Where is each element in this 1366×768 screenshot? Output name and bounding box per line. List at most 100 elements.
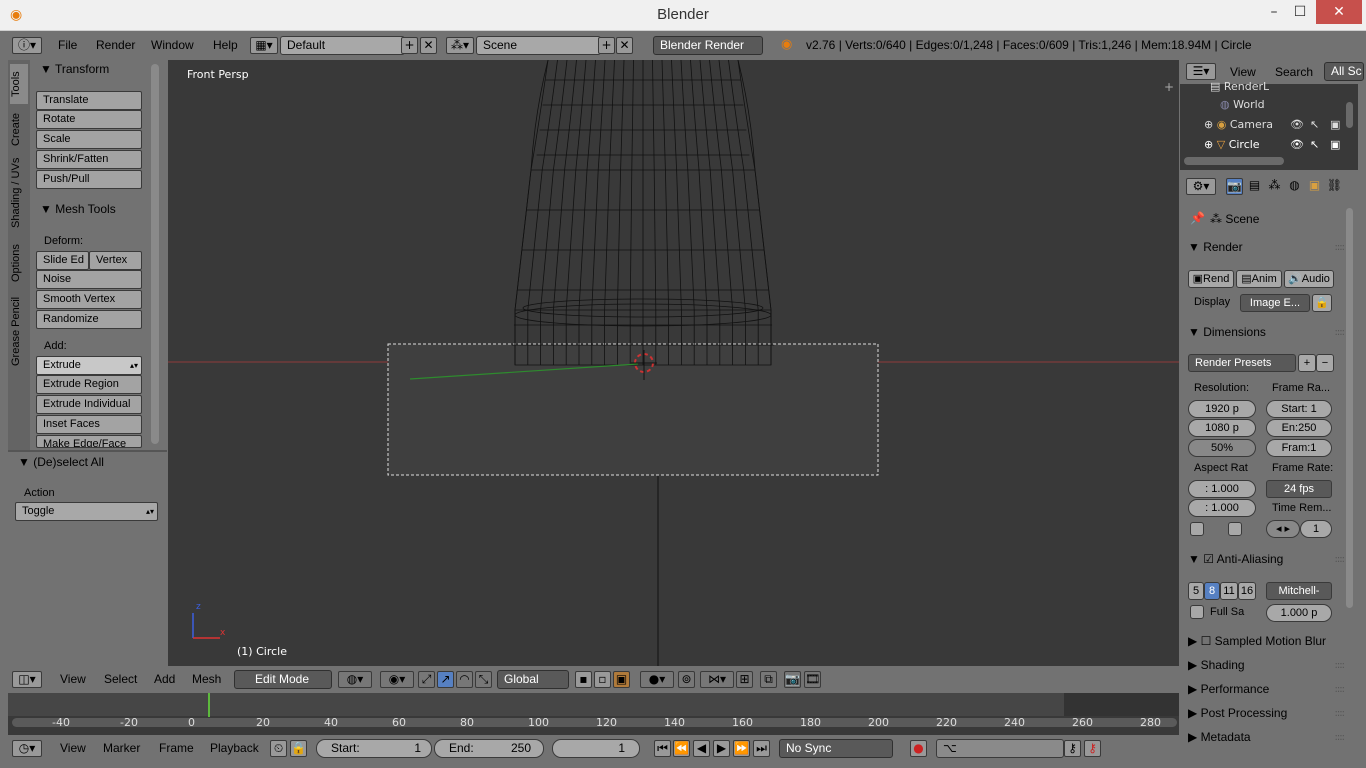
sync-dropdown[interactable]: No Sync xyxy=(779,739,893,758)
deselect-all-panel-header[interactable]: ▼ (De)select All xyxy=(18,455,104,469)
aa-samples-8[interactable]: 8 xyxy=(1204,582,1220,600)
mesh-tools-panel-header[interactable]: ▼ Mesh Tools xyxy=(40,202,116,216)
resolution-y-field[interactable]: 1080 p xyxy=(1188,419,1256,437)
tool-shelf-scrollbar[interactable] xyxy=(151,64,159,444)
keying-set-field[interactable]: ⌥ xyxy=(936,739,1064,758)
push-pull-button[interactable]: Push/Pull xyxy=(36,170,142,189)
drag-handle-icon[interactable]: :::: xyxy=(1335,327,1346,338)
marker-menu[interactable]: Marker xyxy=(103,741,140,755)
add-layout-icon[interactable]: + xyxy=(401,37,418,54)
menu-file[interactable]: File xyxy=(58,38,77,52)
display-dropdown[interactable]: Image E... xyxy=(1240,294,1310,312)
add-region-icon[interactable]: + xyxy=(1164,80,1174,94)
frame-rate-dropdown[interactable]: 24 fps xyxy=(1266,480,1332,498)
layout-field[interactable]: Default xyxy=(280,36,405,55)
vertex-select-icon[interactable]: ▪ xyxy=(575,671,592,688)
crop-checkbox[interactable] xyxy=(1228,522,1242,536)
full-sample-checkbox[interactable] xyxy=(1190,605,1204,619)
extrude-individual-button[interactable]: Extrude Individual xyxy=(36,395,142,414)
post-processing-panel-header[interactable]: ▶ Post Processing xyxy=(1188,706,1287,720)
select-cursor-icon[interactable]: ↖ xyxy=(1310,118,1319,131)
record-icon[interactable]: ● xyxy=(910,740,927,757)
snap-target-icon[interactable]: ⊞ xyxy=(736,671,753,688)
metadata-panel-header[interactable]: ▶ Metadata xyxy=(1188,730,1251,744)
layout-icon[interactable]: ▦▾ xyxy=(250,37,278,54)
outliner-editor-type-icon[interactable]: ☰▾ xyxy=(1186,63,1216,80)
scene-context-icon[interactable]: ⁂ xyxy=(1266,178,1283,195)
scene-field[interactable]: Scene xyxy=(476,36,601,55)
start-frame-field[interactable]: Start: 1 xyxy=(316,739,432,758)
snap-icon[interactable]: ⋈▾ xyxy=(700,671,734,688)
mode-dropdown[interactable]: Edit Mode xyxy=(234,670,332,689)
drag-handle-icon[interactable]: :::: xyxy=(1335,660,1346,671)
outliner-item-camera[interactable]: ⊕ ◉ Camera 👁 ↖ ▣ xyxy=(1204,118,1354,131)
time-remap-new-field[interactable]: 1 xyxy=(1300,520,1332,538)
remove-preset-icon[interactable]: − xyxy=(1316,354,1334,372)
mesh-menu[interactable]: Mesh xyxy=(192,672,221,686)
shading-panel-header[interactable]: ▶ Shading xyxy=(1188,658,1245,672)
render-context-icon[interactable]: 📷 xyxy=(1226,178,1243,195)
render-engine-dropdown[interactable]: Blender Render xyxy=(653,36,763,55)
drag-handle-icon[interactable]: :::: xyxy=(1335,684,1346,695)
current-frame-field[interactable]: 1 xyxy=(552,739,640,758)
anti-aliasing-panel-header[interactable]: ▼ ☑ Anti-Aliasing xyxy=(1188,552,1283,566)
lock-icon[interactable]: 🔒 xyxy=(290,740,307,757)
outliner-item-circle[interactable]: ⊕ ▽ Circle 👁 ↖ ▣ xyxy=(1204,138,1354,151)
orientation-dropdown[interactable]: Global xyxy=(497,670,569,689)
constraints-context-icon[interactable]: ⛓ xyxy=(1326,178,1343,195)
rotate-manipulator-icon[interactable]: ◠ xyxy=(456,671,473,688)
properties-editor-type-icon[interactable]: ⚙▾ xyxy=(1186,178,1216,195)
menu-window[interactable]: Window xyxy=(151,38,194,52)
filter-size-field[interactable]: 1.000 p xyxy=(1266,604,1332,622)
vertex-slide-button[interactable]: Vertex xyxy=(89,251,142,270)
pivot-icon[interactable]: ◉▾ xyxy=(380,671,414,688)
jump-start-icon[interactable]: ⏮ xyxy=(654,740,671,757)
view-menu[interactable]: View xyxy=(60,672,86,686)
timeline-scrollbar[interactable] xyxy=(12,718,1177,727)
noise-button[interactable]: Noise xyxy=(36,270,142,289)
select-menu[interactable]: Select xyxy=(104,672,137,686)
frame-start-field[interactable]: Start: 1 xyxy=(1266,400,1332,418)
outliner-display-dropdown[interactable]: All Sc xyxy=(1324,62,1364,81)
resolution-x-field[interactable]: 1920 p xyxy=(1188,400,1256,418)
timeline-view-menu[interactable]: View xyxy=(60,741,86,755)
aa-samples-5[interactable]: 5 xyxy=(1188,582,1204,600)
visibility-eye-icon[interactable]: 👁 xyxy=(1290,138,1304,151)
prev-keyframe-icon[interactable]: ⏪ xyxy=(673,740,690,757)
drag-handle-icon[interactable]: :::: xyxy=(1335,732,1346,743)
render-anim-icon[interactable]: 🎞 xyxy=(804,671,821,688)
jump-end-icon[interactable]: ⏭ xyxy=(753,740,770,757)
outliner-view-menu[interactable]: View xyxy=(1230,65,1256,79)
dimensions-panel-header[interactable]: ▼ Dimensions xyxy=(1188,325,1266,339)
outliner-vscrollbar[interactable] xyxy=(1346,102,1353,128)
display-lock-icon[interactable]: 🔒 xyxy=(1312,294,1332,312)
close-button[interactable]: ✕ xyxy=(1316,0,1362,24)
translate-manipulator-icon[interactable]: ↗ xyxy=(437,671,454,688)
layers-icon[interactable]: ⧉ xyxy=(760,671,777,688)
timeline-editor-type-icon[interactable]: ◷▾ xyxy=(12,740,42,757)
aa-filter-dropdown[interactable]: Mitchell- xyxy=(1266,582,1332,600)
maximize-button[interactable]: ☐ xyxy=(1288,0,1312,24)
remove-layout-icon[interactable]: ✕ xyxy=(420,37,437,54)
menu-render[interactable]: Render xyxy=(96,38,135,52)
delete-keyframe-icon[interactable]: ⚷ xyxy=(1084,740,1101,757)
outliner-search-menu[interactable]: Search xyxy=(1275,65,1313,79)
render-layers-context-icon[interactable]: ▤ xyxy=(1246,178,1263,195)
play-icon[interactable]: ▶ xyxy=(713,740,730,757)
aa-samples-11[interactable]: 11 xyxy=(1220,582,1238,600)
scene-icon[interactable]: ⁂▾ xyxy=(446,37,474,54)
select-cursor-icon[interactable]: ↖ xyxy=(1310,138,1319,151)
play-reverse-icon[interactable]: ◀ xyxy=(693,740,710,757)
drag-handle-icon[interactable]: :::: xyxy=(1335,708,1346,719)
time-remap-old-field[interactable]: ◂ ▸ xyxy=(1266,520,1300,538)
tab-tools[interactable]: Tools xyxy=(10,64,28,104)
end-frame-field[interactable]: End: 250 xyxy=(434,739,544,758)
extrude-region-button[interactable]: Extrude Region xyxy=(36,375,142,394)
remove-scene-icon[interactable]: ✕ xyxy=(616,37,633,54)
playback-menu[interactable]: Playback xyxy=(210,741,259,755)
shrink-fatten-button[interactable]: Shrink/Fatten xyxy=(36,150,142,169)
aspect-y-field[interactable]: : 1.000 xyxy=(1188,499,1256,517)
render-anim-button[interactable]: ▤Anim xyxy=(1236,270,1282,288)
render-panel-header[interactable]: ▼ Render xyxy=(1188,240,1243,254)
edge-select-icon[interactable]: ▫ xyxy=(594,671,611,688)
